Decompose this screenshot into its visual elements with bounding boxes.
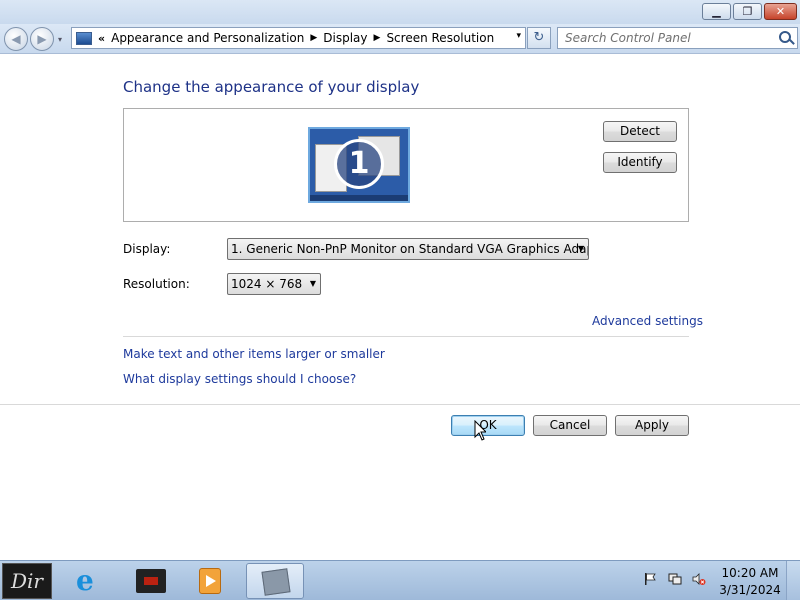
clock-date: 3/31/2024 — [719, 583, 781, 597]
mouse-cursor-icon — [474, 420, 486, 441]
resolution-select-value: 1024 × 768 — [231, 277, 303, 291]
control-panel-taskbar-button[interactable] — [246, 563, 304, 599]
clock-time: 10:20 AM — [721, 566, 779, 580]
dropdown-arrow-icon: ▼ — [577, 244, 584, 253]
breadcrumb-display[interactable]: Display — [323, 31, 367, 45]
volume-muted-icon[interactable] — [692, 572, 706, 586]
resolution-label: Resolution: — [123, 277, 190, 291]
back-button[interactable]: ◀ — [4, 27, 28, 51]
breadcrumb-appearance[interactable]: Appearance and Personalization — [111, 31, 304, 45]
display-select[interactable]: 1. Generic Non-PnP Monitor on Standard V… — [227, 238, 589, 260]
cancel-button[interactable]: Cancel — [533, 415, 607, 436]
search-box — [557, 27, 798, 49]
page-title: Change the appearance of your display — [123, 78, 420, 96]
text-size-link[interactable]: Make text and other items larger or smal… — [123, 347, 385, 361]
forward-button[interactable]: ▶ — [30, 27, 54, 51]
advanced-settings-link[interactable]: Advanced settings — [592, 314, 703, 328]
display-select-value: 1. Generic Non-PnP Monitor on Standard V… — [231, 242, 589, 256]
action-center-flag-icon[interactable] — [643, 572, 657, 586]
breadcrumb-separator-icon[interactable]: ▶ — [310, 33, 317, 43]
breadcrumb-separator-icon[interactable]: ▶ — [374, 33, 381, 43]
forward-arrow-icon: ▶ — [37, 32, 47, 46]
control-panel-icon — [261, 568, 291, 596]
system-clock[interactable]: 10:20 AM 3/31/2024 — [718, 565, 782, 599]
display-label: Display: — [123, 242, 171, 256]
media-player-icon — [199, 568, 221, 594]
network-icon[interactable] — [668, 572, 682, 586]
search-icon[interactable] — [779, 31, 791, 43]
minimize-button[interactable]: ▁ — [702, 3, 731, 20]
restore-icon: ❐ — [742, 5, 753, 18]
detect-button[interactable]: Detect — [603, 121, 677, 142]
address-bar[interactable]: « Appearance and Personalization ▶ Displ… — [71, 27, 526, 49]
control-panel-icon — [76, 31, 92, 45]
refresh-button[interactable]: ↻ — [527, 27, 551, 49]
search-input[interactable] — [558, 28, 773, 48]
footer-divider — [0, 404, 800, 405]
file-explorer-button[interactable] — [126, 563, 174, 599]
identify-button[interactable]: Identify — [603, 152, 677, 173]
address-dropdown-icon[interactable]: ▾ — [516, 31, 521, 41]
breadcrumb-screen-resolution[interactable]: Screen Resolution — [386, 31, 494, 45]
monitor-1-icon[interactable]: 1 — [308, 127, 410, 203]
back-arrow-icon: ◀ — [11, 32, 21, 46]
close-icon: ✕ — [775, 5, 786, 18]
resolution-select[interactable]: 1024 × 768 ▼ — [227, 273, 321, 295]
close-button[interactable]: ✕ — [764, 3, 797, 20]
internet-explorer-button[interactable]: e — [66, 563, 114, 599]
recent-pages-dropdown[interactable]: ▾ — [58, 35, 68, 45]
ok-button[interactable]: OK — [451, 415, 525, 436]
show-desktop-button[interactable] — [786, 561, 800, 600]
monitor-number: 1 — [334, 139, 384, 189]
apply-button[interactable]: Apply — [615, 415, 689, 436]
folder-icon — [136, 569, 166, 593]
dropdown-arrow-icon: ▼ — [309, 279, 316, 288]
start-button[interactable]: Dir — [2, 563, 52, 599]
overflow-chevron-icon[interactable]: « — [98, 32, 105, 45]
internet-explorer-icon: e — [76, 564, 94, 597]
title-bar: ▁ ❐ ✕ — [0, 0, 800, 24]
minimize-icon: ▁ — [712, 5, 721, 18]
display-help-link[interactable]: What display settings should I choose? — [123, 372, 356, 386]
monitor-taskbar-graphic — [310, 195, 408, 201]
divider — [123, 336, 689, 337]
media-player-button[interactable] — [186, 563, 234, 599]
maximize-button[interactable]: ❐ — [733, 3, 762, 20]
